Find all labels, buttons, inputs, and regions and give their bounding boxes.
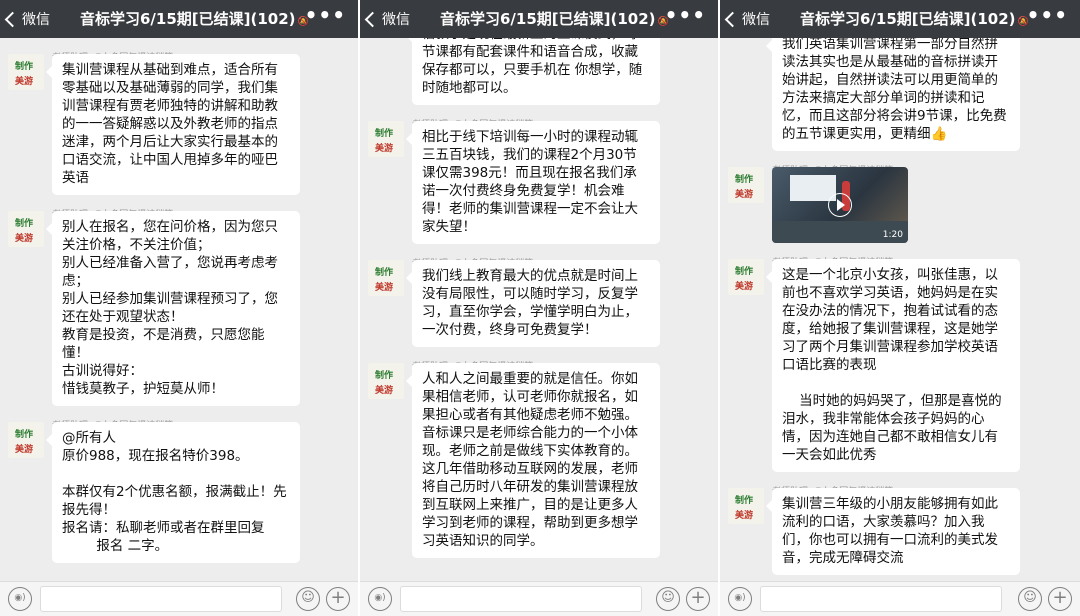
message-input[interactable]	[400, 586, 642, 612]
back-button[interactable]: 微信	[4, 9, 50, 29]
chat-message: 制作美游 老师助理~7人多回复慢请稍等 相比于线下培训每一小时的课程动辄三五百块…	[360, 120, 718, 244]
avatar[interactable]: 制作 美游	[368, 121, 404, 157]
chevron-left-icon	[4, 11, 21, 28]
emoji-icon[interactable]: ☺	[1018, 587, 1042, 611]
more-button[interactable]: •••	[665, 3, 706, 27]
plus-icon[interactable]: +	[1048, 587, 1072, 611]
chat-message: 制作美游 老师助理~7人多回复慢请稍等 集训营三年级的小朋友能够拥有如此流利的口…	[720, 487, 1080, 575]
nav-bar: 微信 音标学习6/15期[已结课](102) 🔕 •••	[360, 0, 718, 38]
chat-screen-3: 微信 音标学习6/15期[已结课](102) 🔕 ••• 我们英语集训营课程第一部…	[720, 0, 1080, 616]
screenshot-collage: 微信 音标学习6/15期[已结课](102)🔕 ••• 制作美游 老师助理~7人…	[0, 0, 1080, 616]
voice-icon[interactable]: ◉)	[368, 587, 392, 611]
nav-bar: 微信 音标学习6/15期[已结课](102) 🔕 •••	[720, 0, 1080, 38]
nav-bar: 微信 音标学习6/15期[已结课](102) 🔕 •••	[0, 0, 358, 38]
message-bubble[interactable]: 信教学是现在最新型的上课模式，每节课都有配套课件和语音合成，收藏 保存都可以，只…	[406, 38, 660, 105]
chat-title: 音标学习6/15期[已结课](102) 🔕	[440, 10, 669, 28]
emoji-icon[interactable]: ☺	[296, 587, 320, 611]
chat-title: 音标学习6/15期[已结课](102) 🔕	[80, 10, 309, 28]
back-label: 微信	[22, 12, 50, 28]
avatar[interactable]: 制作 美游	[8, 422, 44, 458]
video-duration: 1:20	[882, 230, 903, 240]
more-button[interactable]: •••	[305, 3, 346, 27]
avatar[interactable]: 制作 美游	[728, 488, 764, 524]
message-bubble[interactable]: 我们英语集训营课程第一部分自然拼读法其实也是从最基础的音标拼读开始讲起，自然拼读…	[766, 38, 1020, 151]
back-button[interactable]: 微信	[364, 9, 410, 29]
chat-message: 信教学是现在最新型的上课模式，每节课都有配套课件和语音合成，收藏 保存都可以，只…	[360, 38, 718, 105]
chat-message: 制作美游 老师助理~7人多回复慢请稍等 @所有人 原价988，现在报名特价398…	[0, 421, 358, 563]
chat-feed[interactable]: 制作美游 老师助理~7人多回复慢请稍等 集训营课程从基础到难点，适合所有零基础以…	[0, 38, 358, 582]
message-bubble[interactable]: 集训营课程从基础到难点，适合所有零基础以及基础薄弱的同学，我们集训营课程有贾老师…	[46, 54, 300, 195]
more-button[interactable]: •••	[1027, 3, 1068, 27]
chat-title: 音标学习6/15期[已结课](102) 🔕	[800, 10, 1029, 28]
message-bubble[interactable]: 相比于线下培训每一小时的课程动辄三五百块钱，我们的课程2个月30节课仅需398元…	[406, 121, 660, 244]
avatar[interactable]: 制作 美游	[728, 167, 764, 203]
voice-icon[interactable]: ◉)	[8, 587, 32, 611]
video-message[interactable]: 1:20	[772, 167, 908, 243]
chat-message: 制作美游 老师助理~7人多回复慢请稍等 我们线上教育最大的优点就是时间上没有局限…	[360, 259, 718, 347]
chevron-left-icon	[364, 11, 381, 28]
avatar[interactable]: 制作 美游	[8, 54, 44, 90]
avatar[interactable]: 制作 美游	[368, 363, 404, 399]
chat-message: 制作美游 老师助理~7人多回复慢请稍等 集训营课程从基础到难点，适合所有零基础以…	[0, 53, 358, 195]
chat-message: 制作美游 老师助理~7人多回复慢请稍等 这是一个北京小女孩，叫张佳惠，以前也不喜…	[720, 258, 1080, 472]
chat-feed[interactable]: 我们英语集训营课程第一部分自然拼读法其实也是从最基础的音标拼读开始讲起，自然拼读…	[720, 38, 1080, 582]
message-bubble[interactable]: 集训营三年级的小朋友能够拥有如此流利的口语，大家羡慕吗？加入我们，你也可以拥有一…	[766, 488, 1020, 575]
chat-screen-2: 微信 音标学习6/15期[已结课](102)🔕 ••• 信教学是现在最新型的上课…	[360, 0, 720, 616]
back-button[interactable]: 微信	[724, 9, 770, 29]
chat-feed[interactable]: 信教学是现在最新型的上课模式，每节课都有配套课件和语音合成，收藏 保存都可以，只…	[360, 38, 718, 582]
chat-message: 制作美游 老师助理~7人多回复慢请稍等 别人在报名，您在问价格，因为您只关注价格…	[0, 210, 358, 406]
message-input[interactable]	[760, 586, 1002, 612]
back-label: 微信	[382, 12, 410, 28]
message-bubble[interactable]: 我们线上教育最大的优点就是时间上没有局限性，可以随时学习，反复学习，直至你学会，…	[406, 260, 660, 347]
message-input[interactable]	[40, 586, 282, 612]
chat-screen-1: 微信 音标学习6/15期[已结课](102)🔕 ••• 制作美游 老师助理~7人…	[0, 0, 360, 616]
message-bubble[interactable]: 别人在报名，您在问价格，因为您只关注价格，不关注价值； 别人已经准备入营了，您说…	[46, 211, 300, 406]
input-bar: ◉) ☺ +	[0, 581, 358, 616]
video-frame-screen	[790, 175, 836, 201]
message-bubble[interactable]: @所有人 原价988，现在报名特价398。 本群仅有2个优惠名额，报满截止！先报…	[46, 422, 300, 563]
avatar[interactable]: 制作 美游	[728, 259, 764, 295]
plus-icon[interactable]: +	[686, 587, 710, 611]
message-bubble[interactable]: 这是一个北京小女孩，叫张佳惠，以前也不喜欢学习英语，她妈妈是在实在没办法的情况下…	[766, 259, 1020, 472]
input-bar: ◉) ☺ +	[360, 581, 718, 616]
back-label: 微信	[742, 12, 770, 28]
chat-message: 制作美游 老师助理~7人多回复慢请稍等 人和人之间最重要的就是信任。你如果相信老…	[360, 362, 718, 558]
avatar[interactable]: 制作 美游	[8, 211, 44, 247]
plus-icon[interactable]: +	[326, 587, 350, 611]
message-bubble[interactable]: 人和人之间最重要的就是信任。你如果相信老师，认可老师你就报名，如果担心或者有其他…	[406, 363, 660, 558]
play-icon[interactable]	[828, 193, 852, 217]
avatar[interactable]: 制作 美游	[368, 260, 404, 296]
chat-message: 制作美游 老师助理~7人多回复慢请稍等 1:20	[720, 166, 1080, 243]
input-bar: ◉) ☺ +	[720, 581, 1080, 616]
chat-message: 我们英语集训营课程第一部分自然拼读法其实也是从最基础的音标拼读开始讲起，自然拼读…	[720, 38, 1080, 151]
emoji-icon[interactable]: ☺	[656, 587, 680, 611]
chevron-left-icon	[724, 11, 741, 28]
voice-icon[interactable]: ◉)	[728, 587, 752, 611]
